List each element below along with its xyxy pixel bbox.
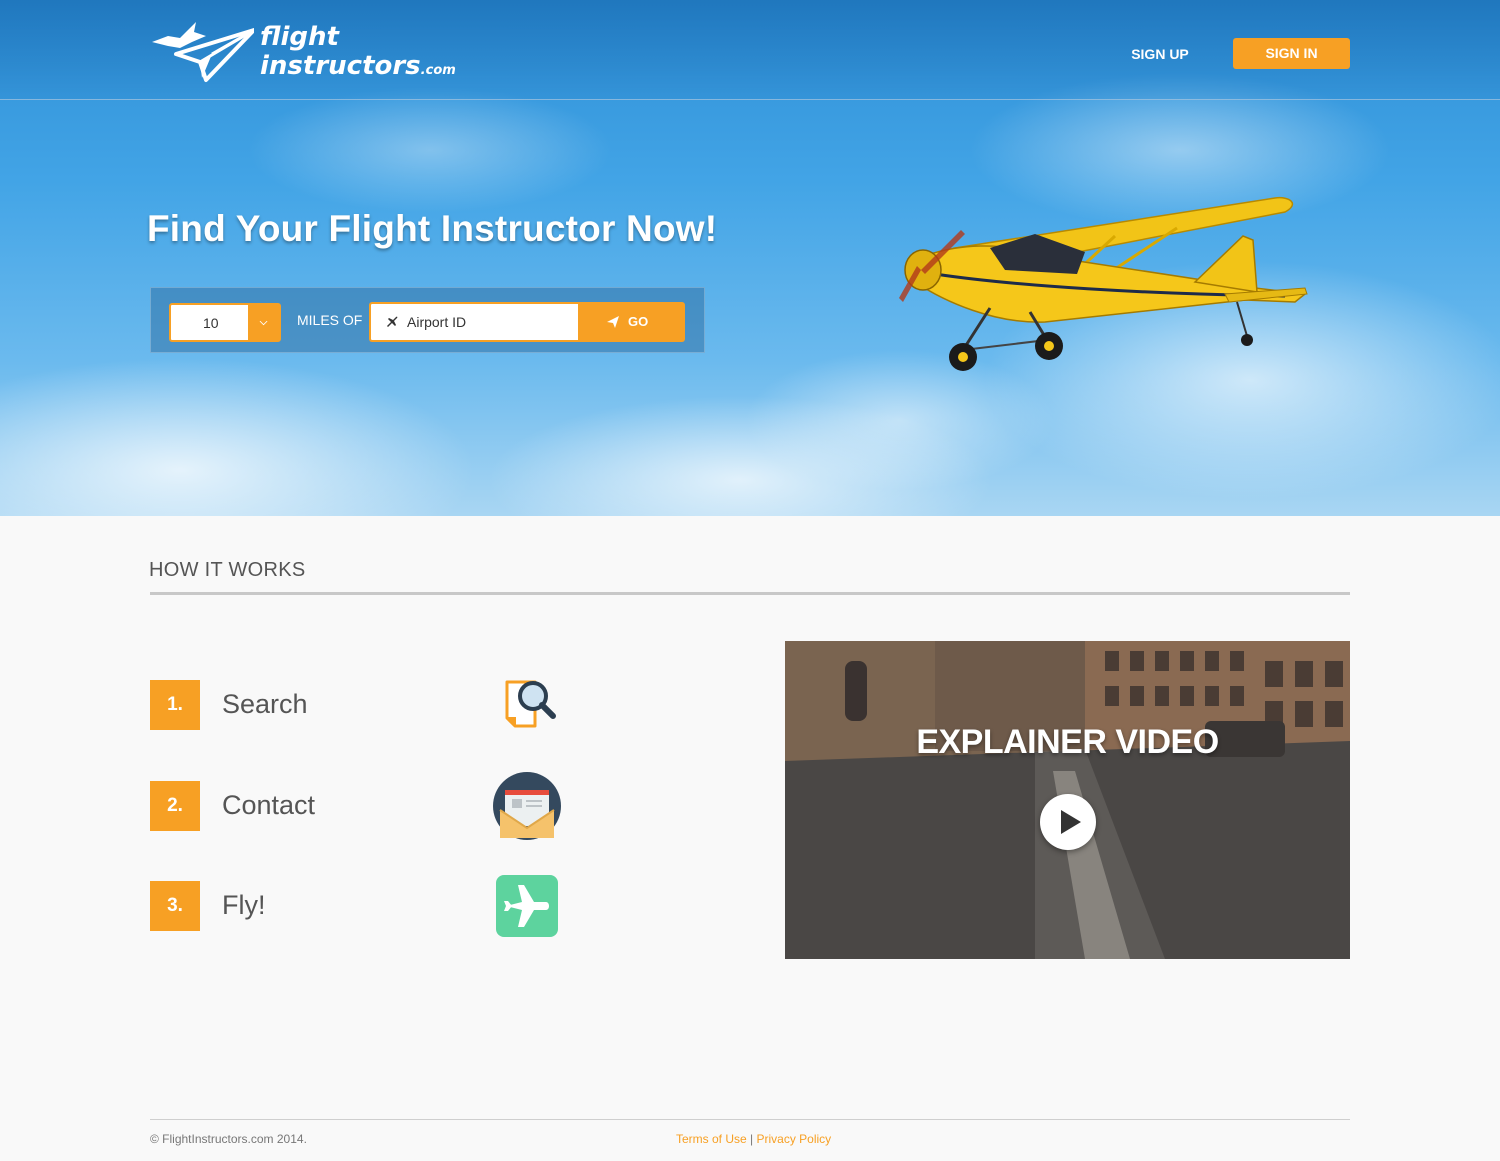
- section-divider: [150, 592, 1350, 595]
- footer-link-separator: |: [750, 1132, 754, 1146]
- logo-text-domain: .com: [420, 63, 456, 78]
- step-label: Contact: [222, 790, 316, 820]
- play-button[interactable]: [1040, 794, 1096, 850]
- terms-of-use-link[interactable]: Terms of Use: [676, 1132, 747, 1146]
- paper-plane-send-icon: [607, 316, 619, 328]
- go-button-label: GO: [628, 314, 649, 329]
- step-number-badge: 3.: [150, 881, 200, 931]
- step-label: Fly!: [222, 890, 266, 920]
- search-document-icon: [505, 680, 556, 728]
- top-navigation-bar: flight instructors.com SIGN UP SIGN IN: [0, 0, 1500, 100]
- footer-divider: [150, 1119, 1350, 1120]
- chevron-down-icon[interactable]: ⌵: [248, 305, 279, 340]
- how-it-works-heading: HOW IT WORKS: [149, 559, 306, 581]
- envelope-icon: [493, 772, 561, 840]
- step-label: Search: [222, 689, 308, 719]
- miles-radius-select[interactable]: 10 ⌵: [169, 303, 281, 342]
- go-button[interactable]: GO: [578, 302, 685, 342]
- sign-up-button[interactable]: SIGN UP: [1120, 38, 1200, 70]
- miles-of-label: MILES OF: [297, 312, 363, 328]
- hero-section: flight instructors.com SIGN UP SIGN IN F…: [0, 0, 1500, 516]
- copyright-text: © FlightInstructors.com 2014.: [150, 1132, 307, 1146]
- site-logo[interactable]: flight instructors.com: [150, 18, 456, 84]
- step-number-badge: 2.: [150, 781, 200, 831]
- airplane-small-icon: [387, 316, 398, 327]
- privacy-policy-link[interactable]: Privacy Policy: [757, 1132, 832, 1146]
- airport-id-input[interactable]: [405, 310, 575, 334]
- logo-text-flight: flight: [260, 22, 339, 52]
- hero-title: Find Your Flight Instructor Now!: [147, 208, 718, 249]
- logo-text-instructors-main: instructors: [260, 51, 421, 81]
- instructor-search-form: 10 ⌵ MILES OF GO: [150, 287, 705, 353]
- footer-links: Terms of Use | Privacy Policy: [676, 1132, 831, 1146]
- play-icon: [1061, 810, 1081, 834]
- explainer-video-player[interactable]: EXPLAINER VIDEO: [785, 641, 1350, 959]
- yellow-airplane-image: [899, 196, 1308, 371]
- video-title: EXPLAINER VIDEO: [916, 723, 1219, 761]
- sign-in-button[interactable]: SIGN IN: [1233, 38, 1350, 69]
- paper-plane-logo-icon: [152, 22, 254, 82]
- logo-text-instructors: instructors.com: [260, 51, 456, 81]
- airplane-icon: [496, 875, 558, 937]
- miles-radius-value: 10: [203, 315, 219, 331]
- airport-id-field[interactable]: [369, 302, 578, 342]
- step-number-badge: 1.: [150, 680, 200, 730]
